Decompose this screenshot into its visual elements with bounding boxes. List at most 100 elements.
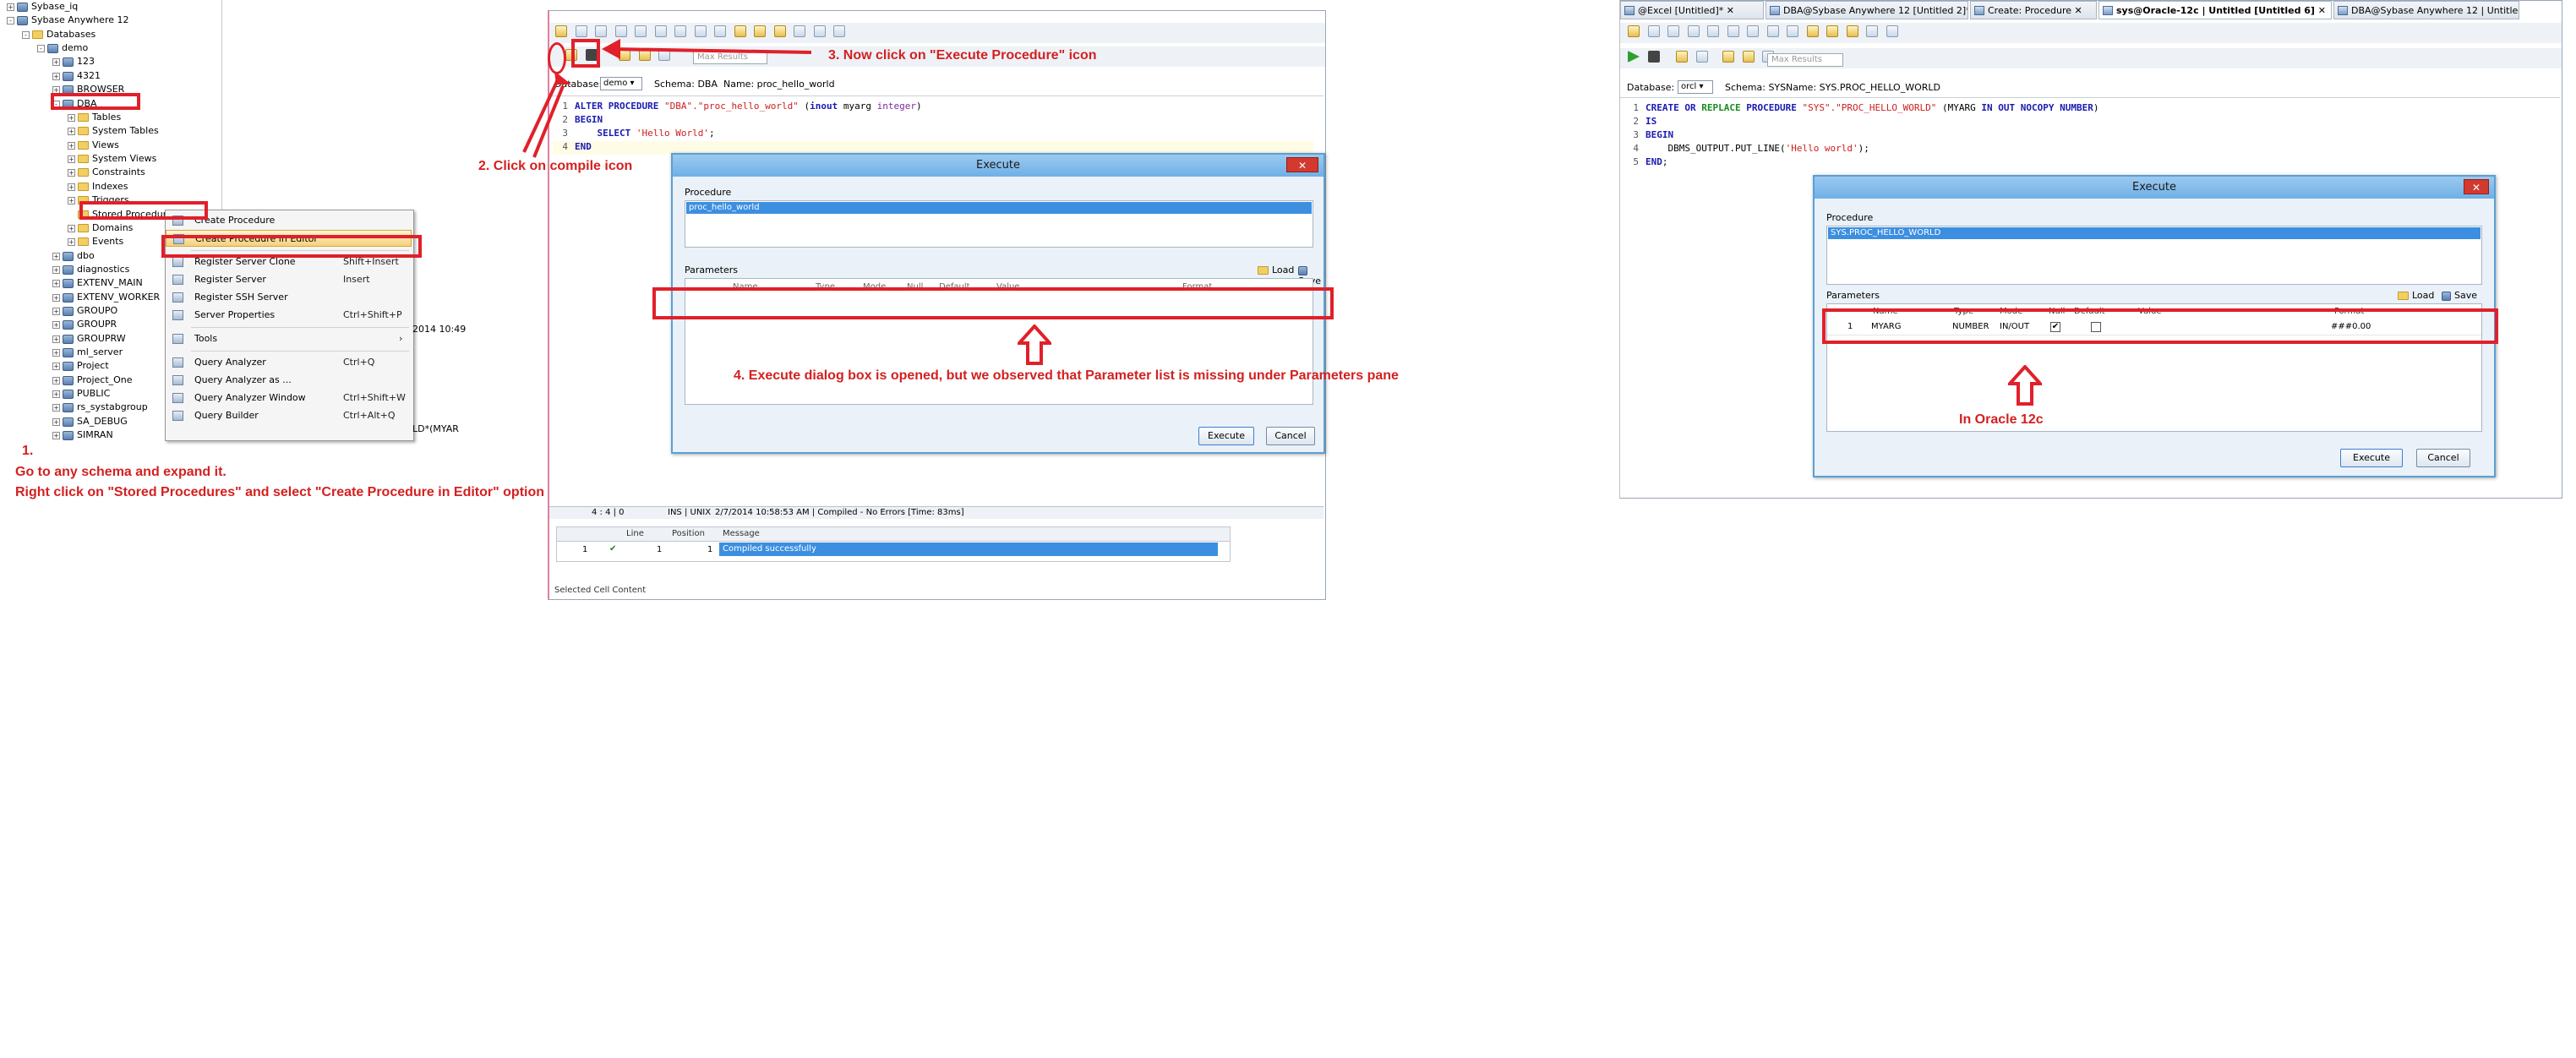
menu-item[interactable]: Query Analyzer Window Ctrl+Shift+W <box>166 390 412 406</box>
tree-node[interactable]: + ml_server <box>52 346 123 358</box>
expand-icon[interactable]: + <box>52 417 60 426</box>
tree-node[interactable]: + Indexes <box>68 180 128 193</box>
tree-node[interactable]: + SA_DEBUG <box>52 415 128 428</box>
tree-node[interactable]: + GROUPO <box>52 304 117 317</box>
new-file-icon[interactable] <box>1647 25 1660 37</box>
expand-icon[interactable]: + <box>52 57 60 66</box>
tree-node[interactable]: + PUBLIC <box>52 387 110 400</box>
menu-item[interactable]: Query Analyzer as ... <box>166 372 412 389</box>
expand-icon[interactable]: + <box>52 320 60 329</box>
expand-icon[interactable]: + <box>52 348 60 357</box>
open-folder-icon[interactable] <box>1628 25 1640 37</box>
execute-button[interactable]: Execute <box>2340 449 2403 467</box>
find-icon[interactable] <box>1866 25 1878 37</box>
grid-icon[interactable] <box>1742 51 1755 63</box>
stop-icon[interactable] <box>1647 51 1660 63</box>
redo-icon[interactable] <box>1826 25 1838 37</box>
expand-icon[interactable]: + <box>52 390 60 398</box>
compile-icon[interactable] <box>1676 51 1688 63</box>
expand-icon[interactable]: + <box>68 196 75 205</box>
tree-node[interactable]: + System Tables <box>68 124 159 137</box>
tree-node[interactable]: + Constraints <box>68 166 145 178</box>
tree-node[interactable]: + GROUPR <box>52 318 117 330</box>
expand-icon[interactable]: + <box>52 431 60 439</box>
editor-tab[interactable]: @Excel [Untitled]* ✕ <box>1620 1 1764 19</box>
replace-icon[interactable] <box>833 25 845 37</box>
save-icon[interactable] <box>1667 25 1679 37</box>
expand-icon[interactable]: + <box>68 183 75 191</box>
cancel-button[interactable]: Cancel <box>2416 449 2470 467</box>
tree-node[interactable]: + diagnostics <box>52 263 129 275</box>
menu-item[interactable]: Query Analyzer Ctrl+Q <box>166 354 412 371</box>
expand-icon[interactable]: + <box>52 362 60 370</box>
tree-node[interactable]: - Sybase Anywhere 12 <box>7 14 129 26</box>
code-editor[interactable]: 1 CREATE OR REPLACE PROCEDURE "SYS"."PROC… <box>1624 102 2553 178</box>
undo-icon[interactable] <box>1806 25 1819 37</box>
collapse-icon[interactable]: - <box>7 16 14 25</box>
max-results-input[interactable]: Max Results <box>1767 53 1843 67</box>
tree-node[interactable]: + Domains <box>68 221 133 234</box>
database-select[interactable]: orcl ▾ <box>1678 80 1713 94</box>
collapse-icon[interactable]: - <box>22 30 30 39</box>
expand-icon[interactable]: + <box>52 265 60 274</box>
dialog-close-button[interactable]: ✕ <box>2464 179 2489 194</box>
paste-icon[interactable] <box>1766 25 1779 37</box>
save-button[interactable]: Save <box>2442 290 2477 301</box>
expand-icon[interactable]: + <box>52 335 60 343</box>
print-icon[interactable] <box>1727 25 1739 37</box>
menu-item[interactable]: Server Properties Ctrl+Shift+P <box>166 307 412 324</box>
procedure-list[interactable]: proc_hello_world <box>685 200 1313 248</box>
tree-node[interactable]: + System Views <box>68 152 156 165</box>
tree-node[interactable]: +4321 <box>52 69 101 82</box>
menu-item[interactable]: Register SSH Server <box>166 289 412 306</box>
cancel-button[interactable]: Cancel <box>1266 427 1315 445</box>
load-button[interactable]: Load <box>1258 264 1294 275</box>
collapse-icon[interactable]: - <box>37 44 45 52</box>
editor-tab[interactable]: DBA@Sybase Anywhere 12 | Untitled [U <box>2333 1 2519 19</box>
expand-icon[interactable]: + <box>68 141 75 150</box>
execute-button[interactable]: Execute <box>1198 427 1254 445</box>
tree-node[interactable]: + Project <box>52 359 109 372</box>
replace-icon[interactable] <box>1886 25 1898 37</box>
explain-icon[interactable] <box>1722 51 1734 63</box>
bookmark-icon[interactable] <box>1846 25 1858 37</box>
tree-node[interactable]: + rs_systabgroup <box>52 401 148 413</box>
tree-node[interactable]: - demo <box>37 41 88 54</box>
menu-item[interactable]: Query Builder Ctrl+Alt+Q <box>166 407 412 424</box>
execute-procedure-icon[interactable] <box>1695 51 1708 63</box>
tree-node[interactable]: +123 <box>52 55 95 68</box>
expand-icon[interactable]: + <box>52 403 60 412</box>
tree-node[interactable]: + SIMRAN <box>52 428 113 441</box>
expand-icon[interactable]: + <box>52 279 60 287</box>
cut-icon[interactable] <box>1747 25 1759 37</box>
procedure-item[interactable]: SYS.PROC_HELLO_WORLD <box>1828 227 2480 239</box>
expand-icon[interactable]: + <box>52 72 60 80</box>
menu-item[interactable]: Register Server Insert <box>166 271 412 288</box>
tree-node[interactable]: + Views <box>68 139 119 151</box>
expand-icon[interactable]: + <box>68 113 75 122</box>
tree-node[interactable]: - Databases <box>22 28 96 41</box>
expand-icon[interactable]: + <box>52 307 60 315</box>
procedure-item[interactable]: proc_hello_world <box>686 202 1312 214</box>
expand-icon[interactable]: + <box>52 376 60 384</box>
expand-icon[interactable]: + <box>68 127 75 135</box>
run-icon[interactable] <box>1628 51 1640 63</box>
format-icon[interactable] <box>1787 25 1798 37</box>
expand-icon[interactable]: + <box>68 237 75 246</box>
tree-node[interactable]: + Project_One <box>52 374 133 386</box>
save-all-icon[interactable] <box>1687 25 1700 37</box>
expand-icon[interactable]: + <box>68 168 75 177</box>
tree-node[interactable]: + GROUPRW <box>52 332 126 345</box>
procedure-list[interactable]: SYS.PROC_HELLO_WORLD <box>1826 226 2482 285</box>
expand-icon[interactable]: + <box>68 155 75 163</box>
copy-icon[interactable] <box>1707 25 1719 37</box>
expand-icon[interactable]: + <box>7 3 14 11</box>
tree-node[interactable]: + dbo <box>52 249 95 262</box>
tree-node[interactable]: + EXTENV_MAIN <box>52 276 143 289</box>
tree-node[interactable]: + Events <box>68 235 123 248</box>
editor-tab[interactable]: sys@Oracle-12c | Untitled [Untitled 6] ✕ <box>2098 1 2332 19</box>
expand-icon[interactable]: + <box>68 224 75 232</box>
tree-node[interactable]: + Sybase_iq <box>7 0 78 13</box>
menu-item[interactable]: Tools › <box>166 330 412 347</box>
tree-node[interactable]: + Tables <box>68 111 121 123</box>
